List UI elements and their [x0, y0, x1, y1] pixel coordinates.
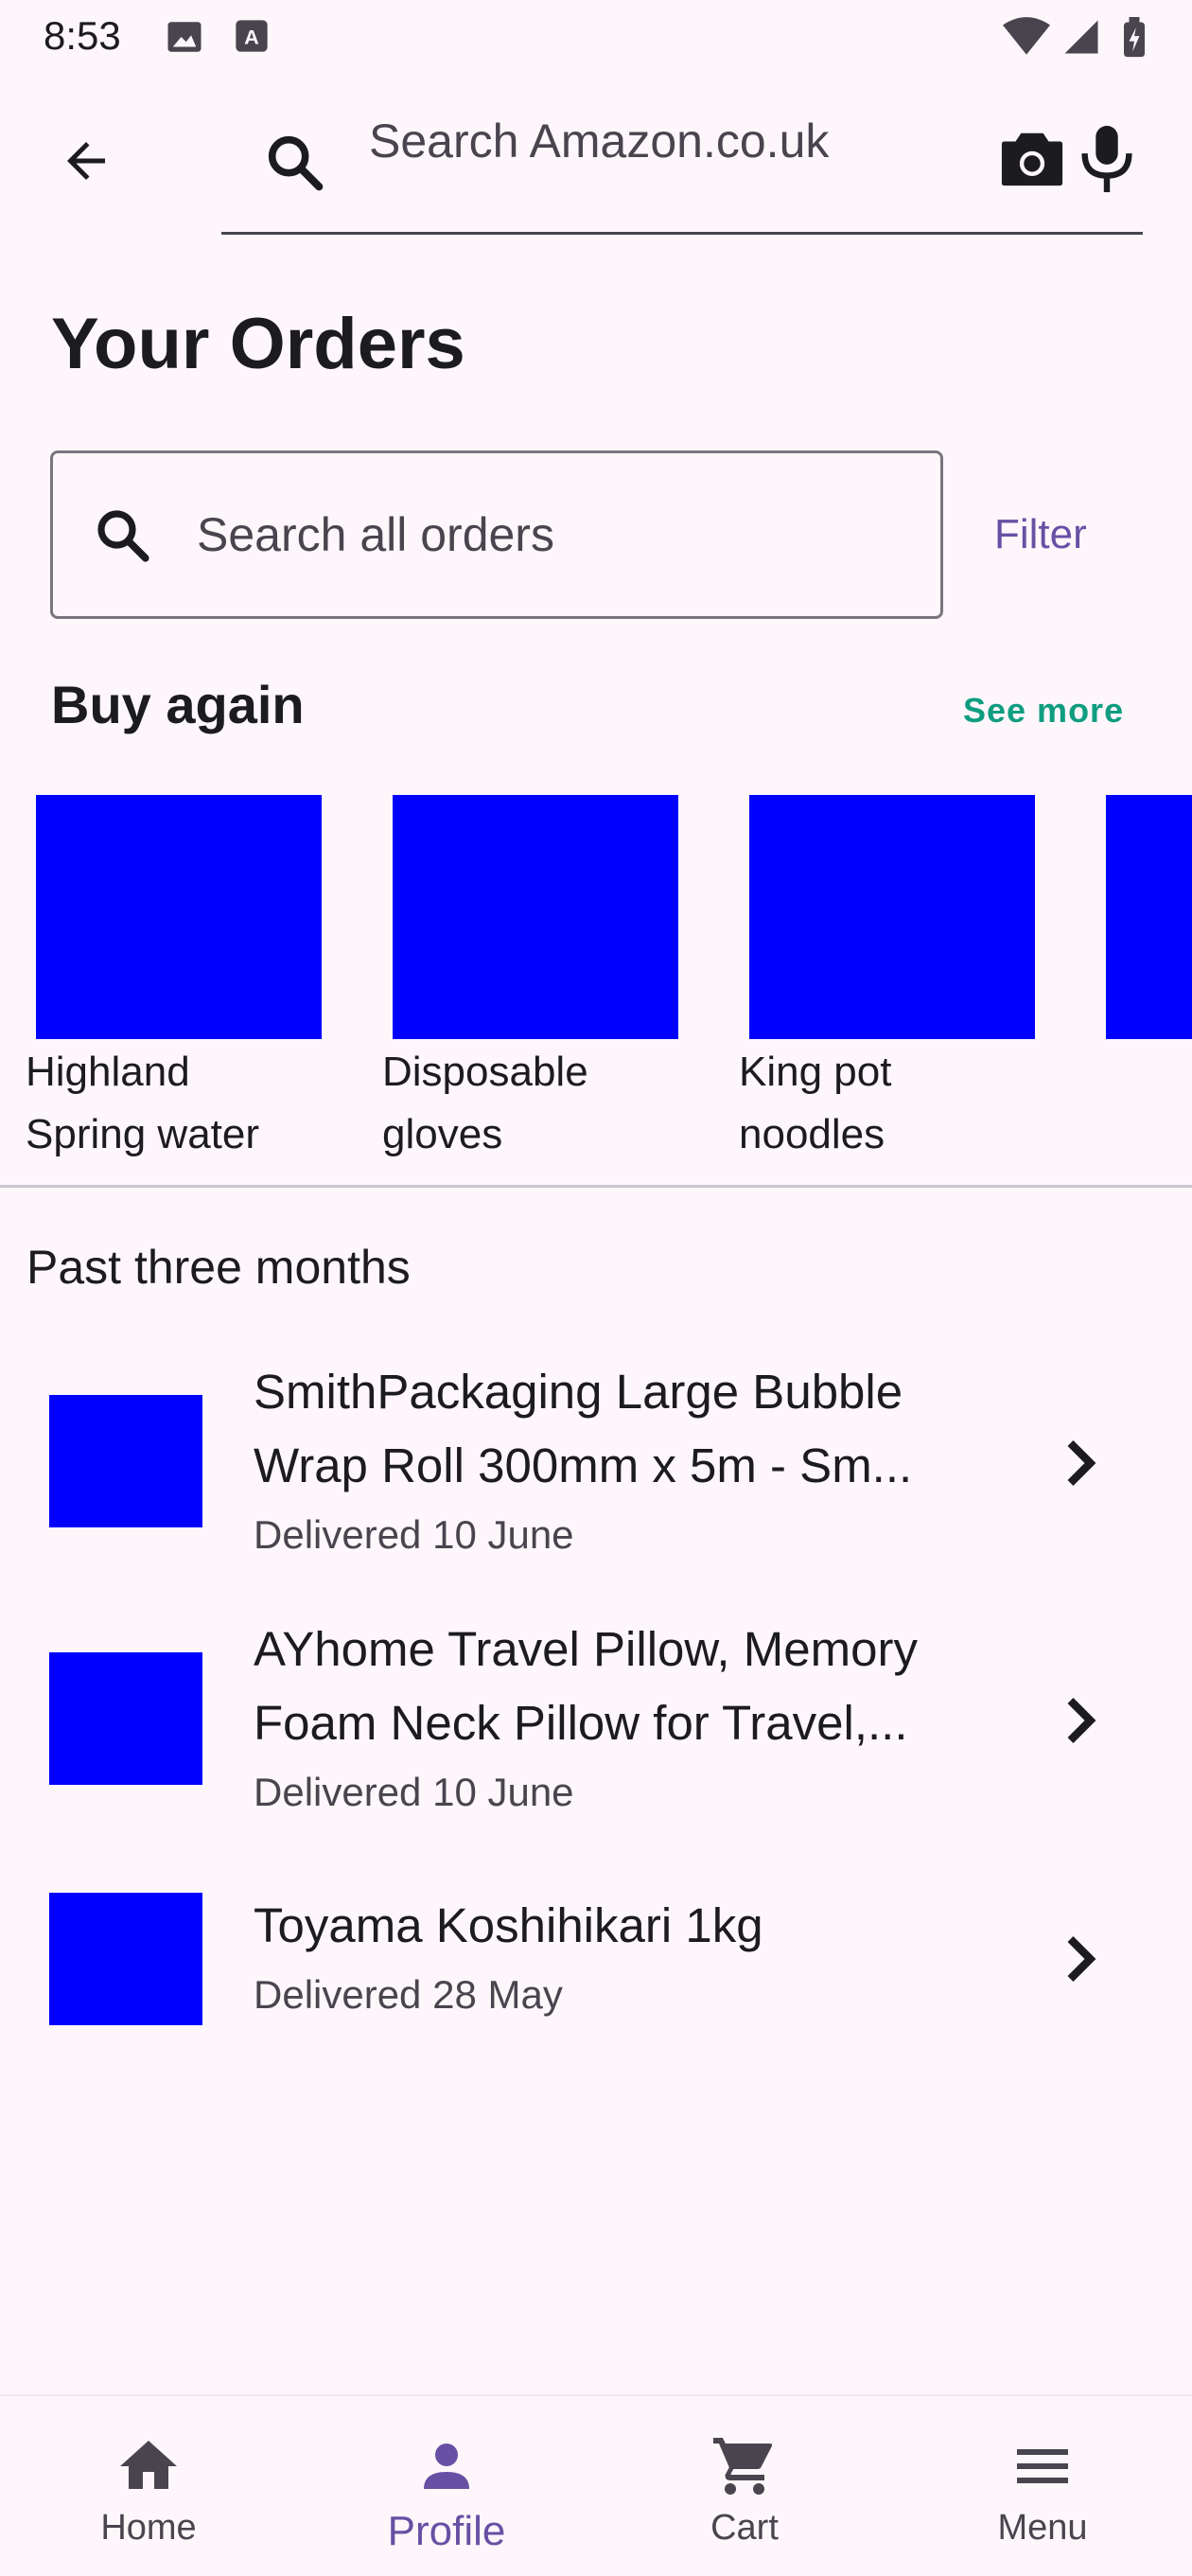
profile-icon — [424, 2444, 469, 2489]
buy-again-item-image[interactable] — [1106, 795, 1192, 1039]
chevron-right-icon[interactable] — [1060, 1694, 1101, 1747]
orders-search-icon — [97, 510, 149, 562]
past-three-months-heading: Past three months — [26, 1241, 411, 1294]
orders-search-input[interactable]: Search all orders — [197, 507, 554, 562]
gallery-notification-icon — [167, 22, 202, 52]
nav-menu[interactable]: Menu — [924, 2394, 1161, 2574]
order-image[interactable] — [49, 1893, 202, 2025]
battery-icon — [1124, 17, 1145, 58]
microphone-icon[interactable] — [1078, 123, 1135, 195]
nav-cart-label: Cart — [710, 2508, 779, 2548]
font-notification-icon: A — [236, 20, 268, 52]
buy-again-item-label[interactable]: Disposable gloves — [382, 1041, 588, 1166]
filter-button[interactable]: Filter — [994, 511, 1087, 558]
section-divider — [0, 1185, 1192, 1188]
order-image[interactable] — [49, 1652, 202, 1785]
search-icon — [268, 135, 324, 191]
order-title[interactable]: SmithPackaging Large Bubble Wrap Roll 300… — [254, 1355, 912, 1503]
camera-icon[interactable] — [999, 127, 1065, 189]
nav-home[interactable]: Home — [30, 2394, 267, 2574]
order-status: Delivered 10 June — [254, 1512, 574, 1557]
search-underline — [221, 232, 1143, 235]
menu-icon — [1017, 2449, 1068, 2483]
buy-again-item-image[interactable] — [749, 795, 1035, 1039]
nav-menu-label: Menu — [997, 2508, 1088, 2548]
chevron-right-icon[interactable] — [1060, 1437, 1101, 1490]
back-arrow-icon[interactable] — [53, 132, 119, 189]
buy-again-item-image[interactable] — [393, 795, 678, 1039]
nav-home-label: Home — [100, 2508, 197, 2548]
order-status: Delivered 28 May — [254, 1972, 563, 2017]
nav-cart[interactable]: Cart — [626, 2394, 863, 2574]
buy-again-item-image[interactable] — [36, 795, 322, 1039]
order-title[interactable]: AYhome Travel Pillow, Memory Foam Neck Pi… — [254, 1613, 918, 1760]
buy-again-heading: Buy again — [51, 675, 305, 734]
order-title[interactable]: Toyama Koshihikari 1kg — [254, 1889, 763, 1963]
cart-icon — [713, 2438, 773, 2495]
svg-text:A: A — [244, 25, 259, 48]
see-more-link[interactable]: See more — [963, 691, 1124, 731]
order-image[interactable] — [49, 1395, 202, 1527]
amazon-search-input[interactable]: Search Amazon.co.uk — [369, 114, 829, 168]
page-title: Your Orders — [51, 304, 465, 384]
nav-profile[interactable]: Profile — [328, 2394, 565, 2574]
home-icon — [120, 2441, 177, 2489]
signal-icon — [1064, 20, 1098, 54]
order-status: Delivered 10 June — [254, 1770, 574, 1814]
chevron-right-icon[interactable] — [1060, 1932, 1101, 1985]
status-time: 8:53 — [44, 13, 121, 58]
nav-profile-label: Profile — [387, 2508, 506, 2554]
buy-again-item-label[interactable]: Highland Spring water — [26, 1041, 259, 1166]
wifi-icon — [1003, 17, 1050, 55]
buy-again-item-label[interactable]: King pot noodles — [739, 1041, 891, 1166]
